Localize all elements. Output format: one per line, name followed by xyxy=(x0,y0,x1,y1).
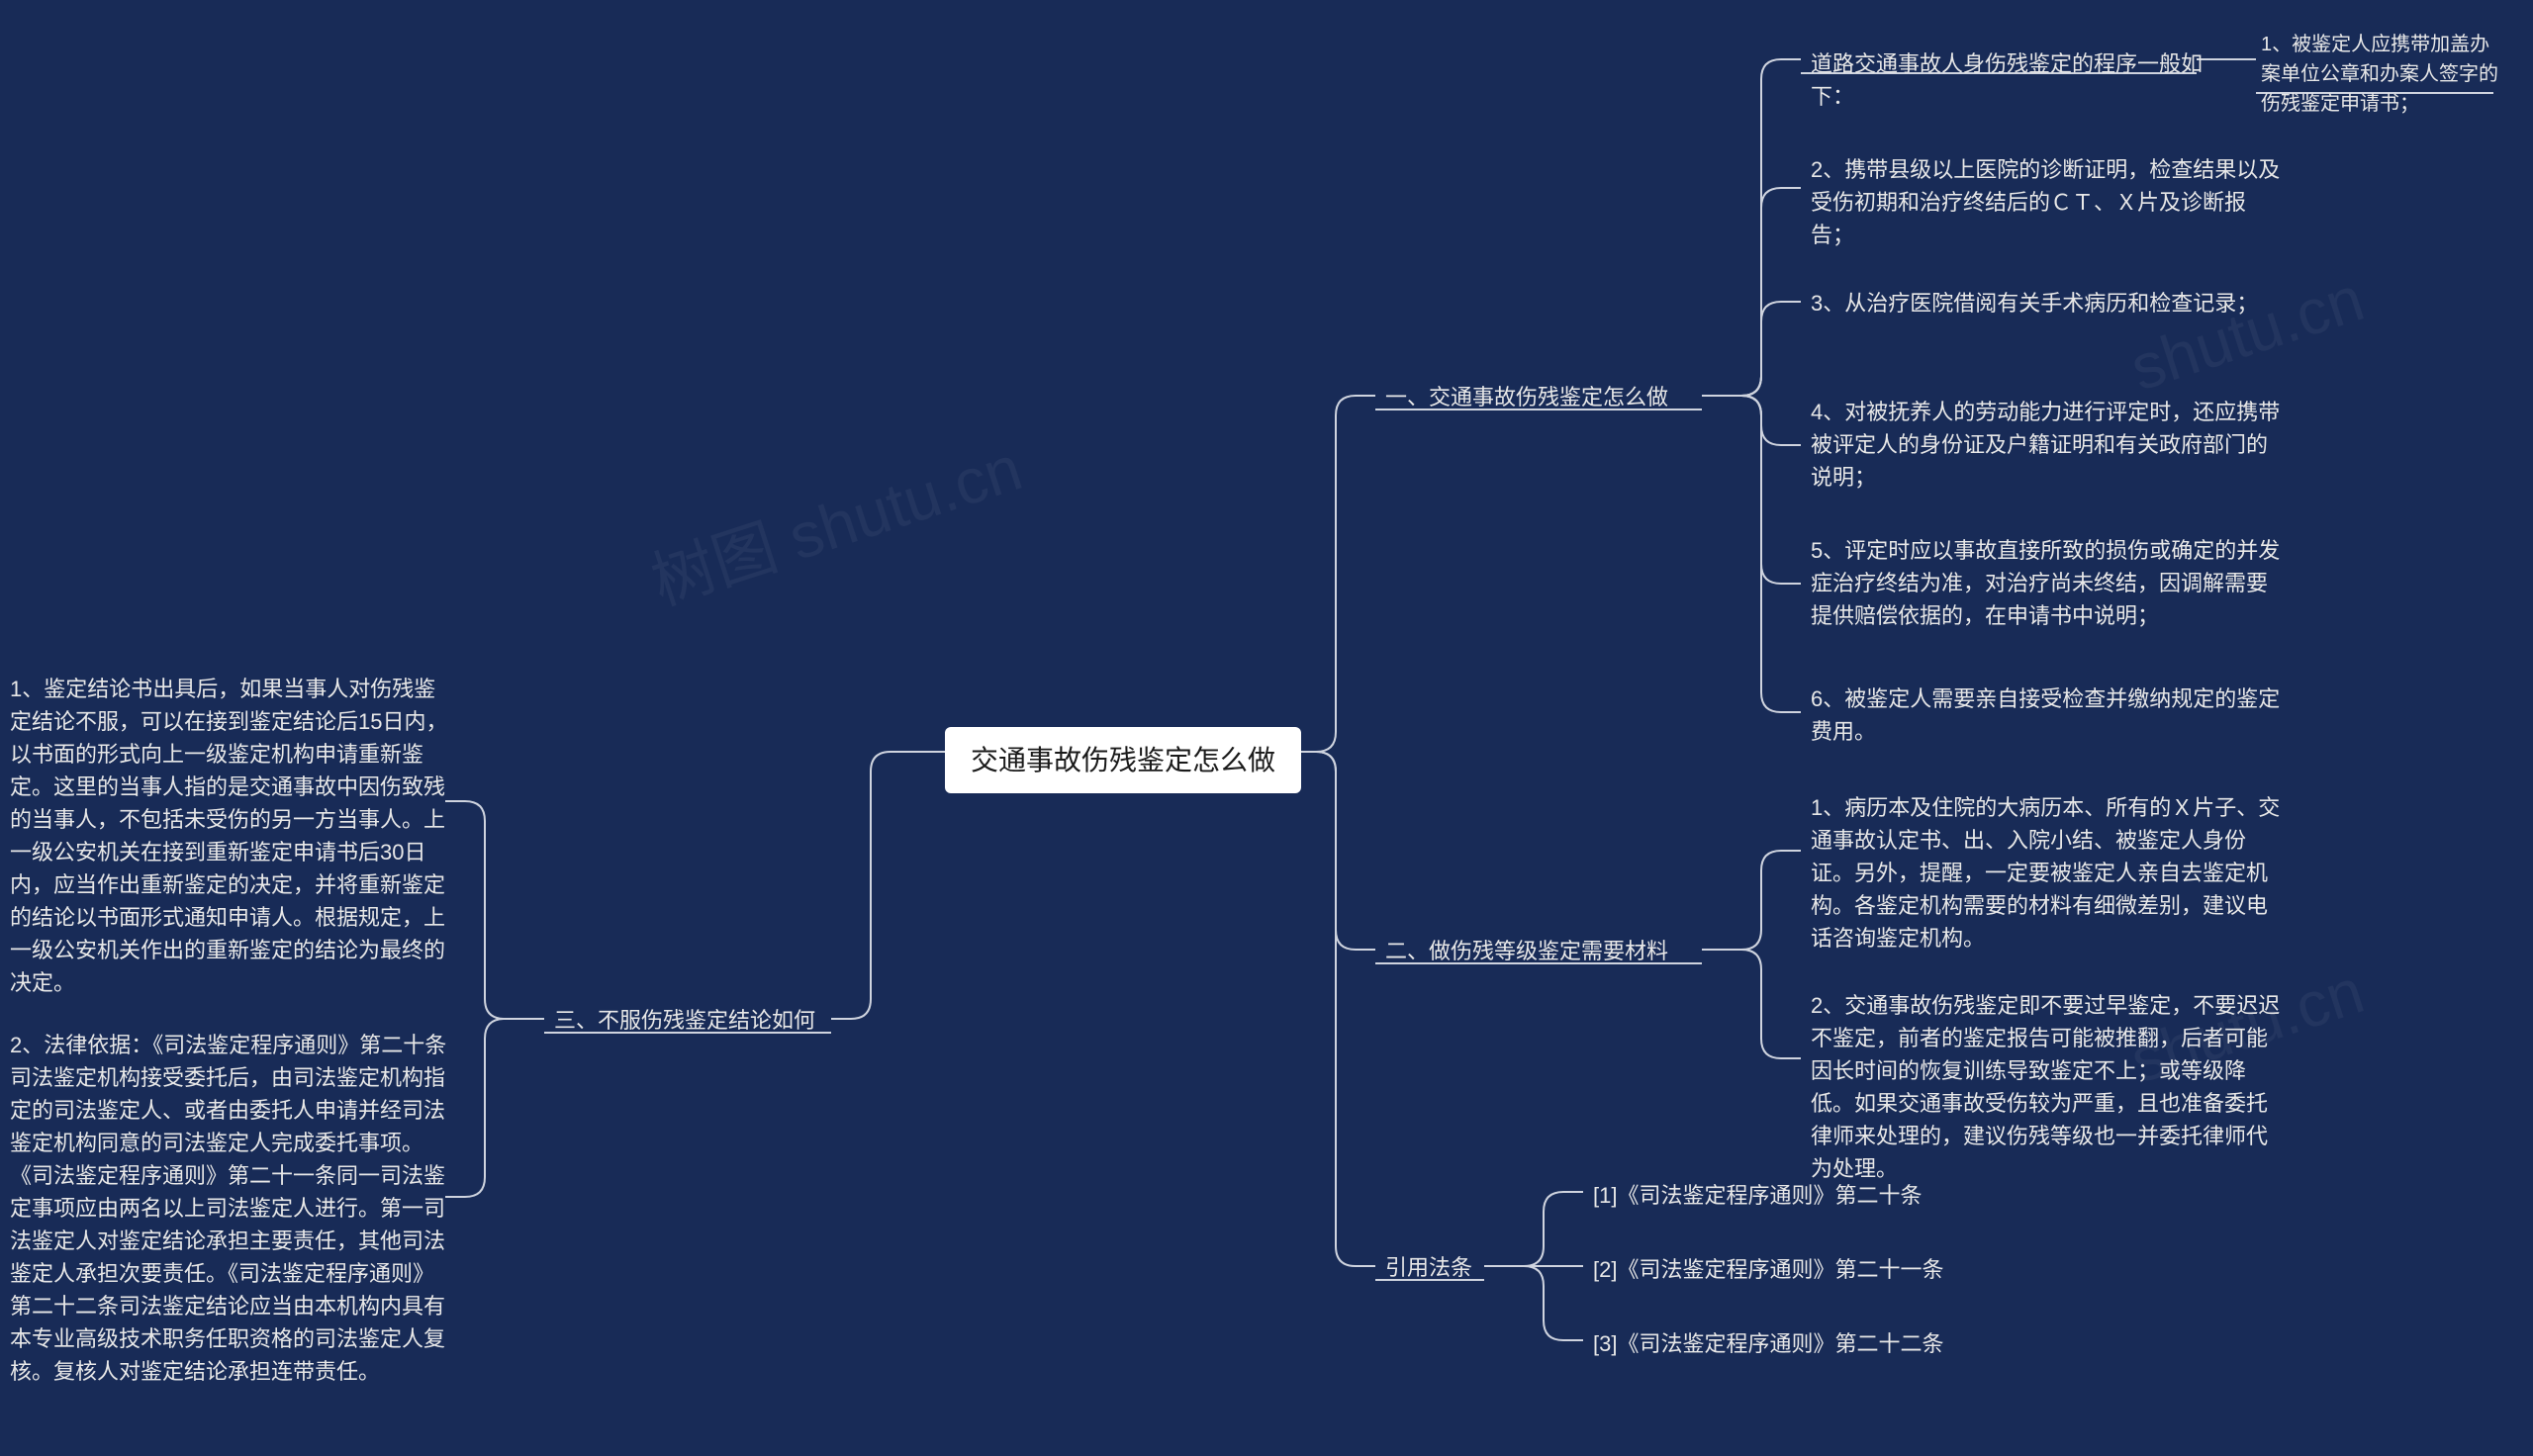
branch-1-item-3: 4、对被抚养人的劳动能力进行评定时，还应携带被评定人的身份证及户籍证明和有关政府… xyxy=(1811,396,2286,494)
branch-2-label[interactable]: 二、做伤残等级鉴定需要材料 xyxy=(1385,935,1668,967)
branch-1-item-4: 5、评定时应以事故直接所致的损伤或确定的并发症治疗终结为准，对治疗尚未终结，因调… xyxy=(1811,534,2286,632)
mindmap-canvas: 交通事故伤残鉴定怎么做 一、交通事故伤残鉴定怎么做 道路交通事故人身伤残鉴定的程… xyxy=(0,0,2533,1456)
branch-1-item-0b: 1、被鉴定人应携带加盖办案单位公章和办案人签字的伤残鉴定申请书； xyxy=(2261,30,2508,119)
branch-4-item-0: 1、鉴定结论书出具后，如果当事人对伤残鉴定结论不服，可以在接到鉴定结论后15日内… xyxy=(10,673,455,999)
branch-2-item-0: 1、病历本及住院的大病历本、所有的Ｘ片子、交通事故认定书、出、入院小结、被鉴定人… xyxy=(1811,791,2286,955)
branch-3-item-2: [3]《司法鉴定程序通则》第二十二条 xyxy=(1593,1327,1943,1360)
branch-3-item-0: [1]《司法鉴定程序通则》第二十条 xyxy=(1593,1179,1922,1212)
branch-1-label[interactable]: 一、交通事故伤残鉴定怎么做 xyxy=(1385,381,1668,413)
branch-1-item-5: 6、被鉴定人需要亲自接受检查并缴纳规定的鉴定费用。 xyxy=(1811,682,2286,748)
branch-4-label[interactable]: 三、不服伤残鉴定结论如何 xyxy=(554,1004,815,1037)
branch-1-item-1: 2、携带县级以上医院的诊断证明，检查结果以及受伤初期和治疗终结后的ＣＴ、Ｘ片及诊… xyxy=(1811,153,2286,251)
center-title: 交通事故伤残鉴定怎么做 xyxy=(971,745,1275,775)
branch-3-label[interactable]: 引用法条 xyxy=(1385,1251,1472,1284)
center-node[interactable]: 交通事故伤残鉴定怎么做 xyxy=(945,727,1301,793)
branch-4-item-1: 2、法律依据：《司法鉴定程序通则》第二十条司法鉴定机构接受委托后，由司法鉴定机构… xyxy=(10,1029,455,1388)
branch-3-item-1: [2]《司法鉴定程序通则》第二十一条 xyxy=(1593,1253,1943,1286)
branch-2-item-1: 2、交通事故伤残鉴定即不要过早鉴定，不要迟迟不鉴定，前者的鉴定报告可能被推翻，后… xyxy=(1811,989,2286,1185)
branch-1-item-0: 道路交通事故人身伤残鉴定的程序一般如下： xyxy=(1811,47,2206,113)
branch-1-item-2: 3、从治疗医院借阅有关手术病历和检查记录； xyxy=(1811,287,2258,319)
